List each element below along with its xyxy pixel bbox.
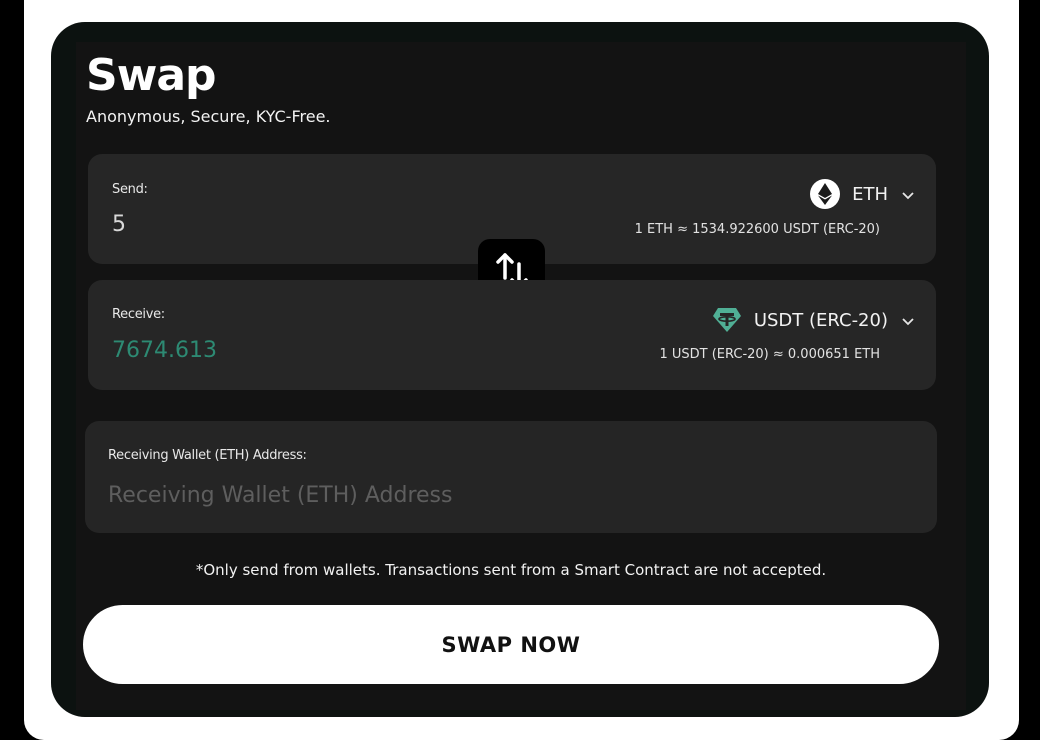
contract-notice: *Only send from wallets. Transactions se… (195, 561, 827, 579)
wallet-address-input[interactable] (108, 478, 908, 512)
swap-now-button[interactable]: SWAP NOW (83, 605, 939, 684)
wallet-card (85, 421, 937, 533)
page-subtitle: Anonymous, Secure, KYC-Free. (86, 107, 331, 126)
send-token-label: ETH (852, 183, 888, 205)
receive-token-select[interactable]: USDT (ERC-20) (712, 305, 914, 335)
send-label: Send: (112, 182, 148, 197)
chevron-down-icon (902, 310, 914, 331)
ethereum-icon (810, 179, 841, 209)
receive-card (88, 280, 936, 390)
receive-rate: 1 USDT (ERC-20) ≈ 0.000651 ETH (659, 347, 880, 362)
receive-amount: 7674.613 (112, 338, 217, 363)
receive-label: Receive: (112, 307, 165, 322)
send-rate: 1 ETH ≈ 1534.922600 USDT (ERC-20) (634, 222, 880, 237)
wallet-label: Receiving Wallet (ETH) Address: (108, 448, 307, 463)
page-title: Swap (86, 50, 217, 101)
receive-token-label: USDT (ERC-20) (753, 309, 888, 331)
send-token-select[interactable]: ETH (810, 179, 914, 209)
tether-icon (712, 305, 742, 335)
send-amount-input[interactable]: 5 (112, 212, 126, 237)
chevron-down-icon (902, 184, 914, 205)
